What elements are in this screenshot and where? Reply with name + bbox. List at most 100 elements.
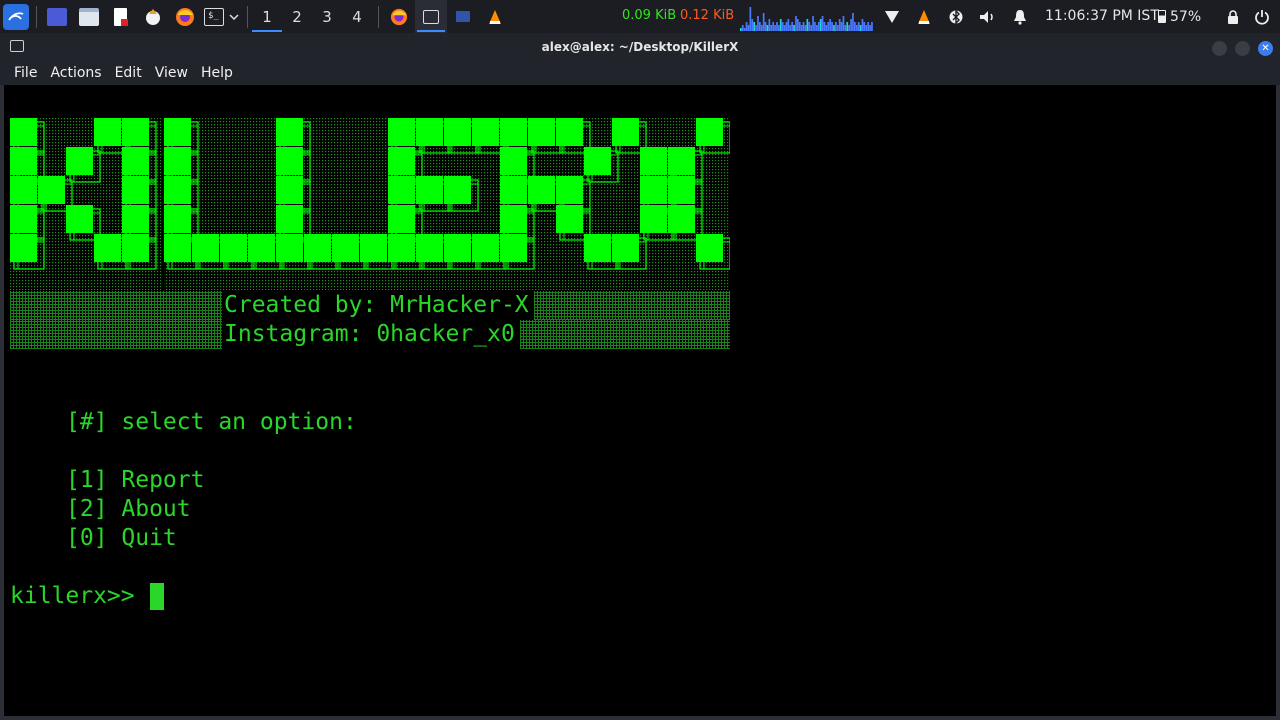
workspace-1[interactable]: 1 [252, 0, 282, 33]
lock-screen-button[interactable] [1222, 0, 1244, 33]
banner-block [612, 234, 639, 262]
banner-block [500, 118, 527, 146]
network-graph-bar [772, 22, 775, 31]
network-graph-bar [819, 19, 822, 31]
network-graph-bar [827, 22, 830, 31]
option-about: [2] About [66, 496, 191, 522]
menu-file[interactable]: File [14, 65, 37, 81]
text-editor-button[interactable] [105, 0, 137, 33]
network-graph-bar [840, 22, 843, 31]
banner-block [122, 176, 149, 204]
volume-icon[interactable] [976, 0, 1000, 33]
close-button[interactable]: ✕ [1258, 41, 1273, 56]
banner-block [164, 118, 191, 146]
network-graph-bar [741, 25, 744, 31]
network-graph-bar [753, 22, 756, 31]
file-manager-button[interactable] [73, 0, 105, 33]
network-graph-bar [745, 22, 748, 31]
network-graph-bar [766, 25, 769, 31]
banner-block [640, 176, 667, 204]
network-graph-bar [751, 19, 754, 31]
banner-block [416, 176, 443, 204]
task-firefox[interactable] [383, 0, 415, 33]
banner-block [220, 234, 247, 262]
banner-block [192, 234, 219, 262]
menu-edit[interactable]: Edit [115, 65, 142, 81]
close-icon: ✕ [1261, 42, 1270, 54]
metasploit-button[interactable] [137, 0, 169, 33]
menu-actions[interactable]: Actions [50, 65, 101, 81]
firefox-icon [390, 8, 408, 25]
banner-block [10, 147, 37, 175]
network-graph-bar [823, 22, 826, 31]
task-window[interactable] [447, 0, 479, 33]
banner-shade [10, 291, 222, 320]
notifications-bell-icon[interactable] [1008, 0, 1032, 33]
window-titlebar[interactable]: alex@alex: ~/Desktop/KillerX ✕ [0, 33, 1280, 61]
firefox-launcher-button[interactable] [169, 0, 201, 33]
terminal-launcher-dropdown[interactable] [227, 0, 241, 33]
kali-menu-button[interactable] [0, 0, 32, 33]
network-graph-bar [852, 13, 854, 31]
minimize-button[interactable] [1212, 41, 1227, 56]
network-icon[interactable] [880, 0, 904, 33]
network-graph-bar [810, 25, 813, 31]
banner-block [164, 205, 191, 233]
network-graph-bar [781, 22, 784, 31]
network-graph-bar [817, 22, 820, 31]
banner-block [276, 234, 303, 262]
network-graph-bar [829, 19, 832, 31]
network-graph-bar [798, 22, 801, 31]
network-graph-bar [844, 25, 847, 31]
banner-block [696, 234, 723, 262]
banner-block [556, 118, 583, 146]
power-button[interactable] [1250, 0, 1274, 33]
banner-block [444, 176, 471, 204]
metasploit-icon [146, 8, 160, 25]
banner-block [584, 234, 611, 262]
bluetooth-icon[interactable] [944, 0, 968, 33]
workspace-4[interactable]: 4 [342, 0, 372, 33]
banner-shade [520, 320, 730, 349]
terminal-launcher-button[interactable]: $_ [201, 0, 227, 33]
network-graph-bar [814, 22, 816, 31]
banner-shade [10, 320, 222, 349]
network-graph-bar [816, 25, 818, 31]
network-graph-bar [821, 16, 824, 31]
menu-view[interactable]: View [155, 65, 188, 81]
menu-help[interactable]: Help [201, 65, 233, 81]
network-graph-bar [793, 25, 795, 31]
task-vlc[interactable] [479, 0, 511, 33]
battery-indicator[interactable]: 57% [1158, 0, 1218, 33]
task-terminal[interactable] [415, 0, 447, 33]
network-graph-bar [740, 28, 742, 31]
banner-block [556, 176, 583, 204]
credit-line-creator: Created by: MrHacker-X [10, 291, 730, 320]
network-graph-bar [806, 19, 809, 31]
network-graph-bar [846, 22, 849, 31]
network-graph-bar [867, 22, 870, 31]
terminal-output[interactable]: Created by: MrHacker-X Instagram: 0hacke… [0, 85, 1280, 720]
network-graph-bar [747, 25, 750, 31]
workspace-3[interactable]: 3 [312, 0, 342, 33]
banner-block [122, 118, 149, 146]
banner-block [444, 118, 471, 146]
vlc-icon [489, 9, 501, 24]
banner-block [528, 176, 555, 204]
window-icon [456, 11, 470, 22]
select-option-prompt: [#] select an option: [66, 409, 357, 435]
maximize-button[interactable] [1235, 41, 1250, 56]
banner-block [10, 234, 37, 262]
desktop-icon [47, 7, 67, 26]
banner-block [276, 205, 303, 233]
banner-block [122, 234, 149, 262]
vlc-tray-icon[interactable] [912, 0, 936, 33]
option-quit: [0] Quit [66, 525, 177, 551]
network-graph-bar [779, 19, 782, 31]
show-desktop-button[interactable] [41, 0, 73, 33]
clock[interactable]: 11:06:37 PM IST [1045, 8, 1159, 24]
network-graph-bar [865, 25, 868, 31]
workspace-2[interactable]: 2 [282, 0, 312, 33]
banner-block [164, 176, 191, 204]
instagram-text: Instagram: 0hacker_x0 [224, 321, 515, 347]
